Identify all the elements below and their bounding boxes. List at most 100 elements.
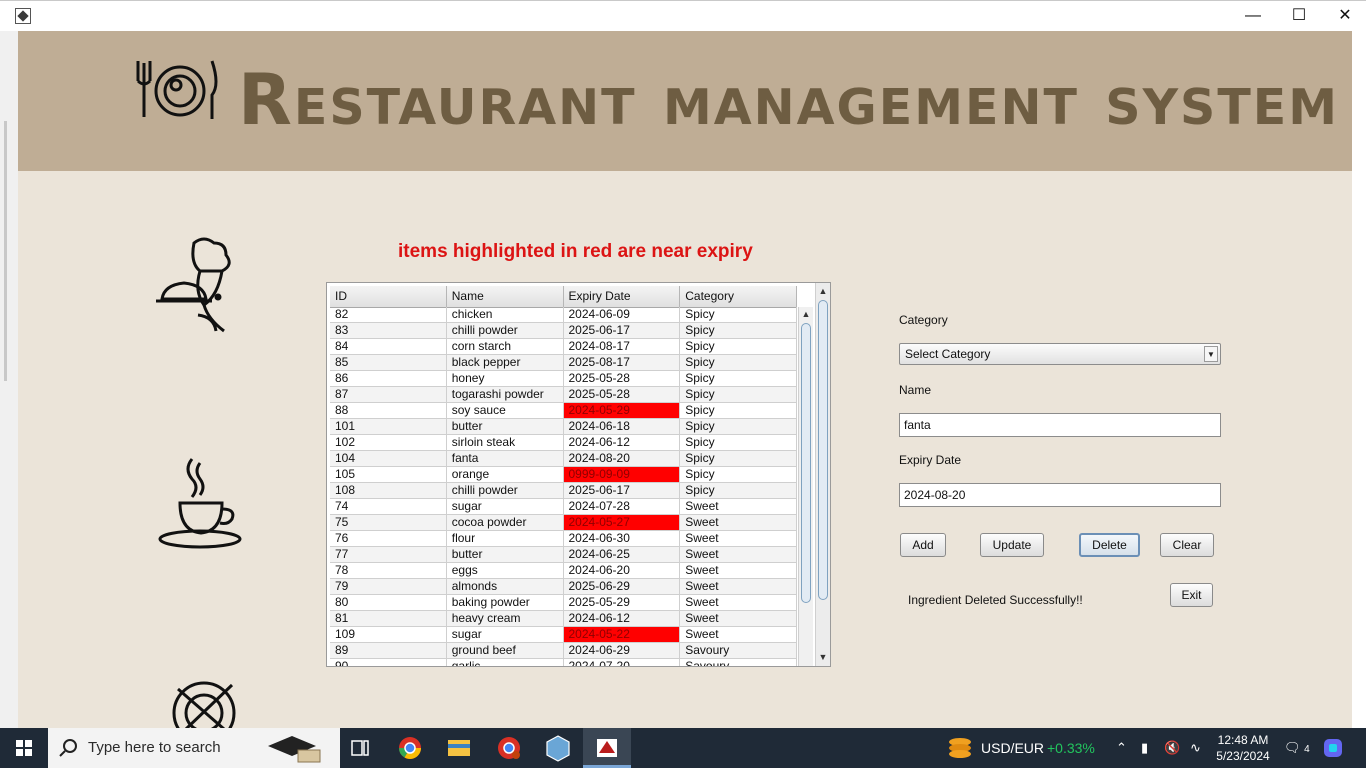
cell-category[interactable]: Sweet	[680, 547, 797, 562]
cell-category[interactable]: Sweet	[680, 611, 797, 626]
cell-category[interactable]: Spicy	[680, 371, 797, 386]
notifications-button[interactable]: 🗨 4	[1284, 728, 1310, 768]
table-row[interactable]: 75 cocoa powder 2024-05-27 Sweet	[330, 515, 797, 531]
cell-id[interactable]: 76	[330, 531, 447, 546]
table-row[interactable]: 84 corn starch 2024-08-17 Spicy	[330, 339, 797, 355]
cell-id[interactable]: 102	[330, 435, 447, 450]
cell-expiry-date[interactable]: 2024-06-12	[564, 435, 681, 450]
cell-id[interactable]: 83	[330, 323, 447, 338]
cell-name[interactable]: butter	[447, 547, 564, 562]
table-scrollbar[interactable]: ▲	[798, 307, 813, 666]
column-header-expiry-date[interactable]: Expiry Date	[564, 286, 681, 307]
table-row[interactable]: 89 ground beef 2024-06-29 Savoury	[330, 643, 797, 659]
cell-name[interactable]: garlic	[447, 659, 564, 666]
cell-id[interactable]: 78	[330, 563, 447, 578]
scroll-down-arrow-icon[interactable]: ▼	[816, 650, 830, 664]
table-row[interactable]: 101 butter 2024-06-18 Spicy	[330, 419, 797, 435]
file-explorer-button[interactable]	[435, 728, 483, 768]
cell-category[interactable]: Spicy	[680, 355, 797, 370]
cell-name[interactable]: chicken	[447, 307, 564, 322]
cell-id[interactable]: 75	[330, 515, 447, 530]
cell-expiry-date[interactable]: 2024-06-09	[564, 307, 681, 322]
cell-category[interactable]: Spicy	[680, 307, 797, 322]
column-header-category[interactable]: Category	[680, 286, 797, 307]
cell-id[interactable]: 82	[330, 307, 447, 322]
cell-expiry-date[interactable]: 2024-06-12	[564, 611, 681, 626]
cell-category[interactable]: Spicy	[680, 339, 797, 354]
cell-name[interactable]: orange	[447, 467, 564, 482]
cell-name[interactable]: sugar	[447, 499, 564, 514]
cell-name[interactable]: soy sauce	[447, 403, 564, 418]
cell-expiry-date[interactable]: 2025-06-17	[564, 323, 681, 338]
update-button[interactable]: Update	[980, 533, 1044, 557]
cell-name[interactable]: fanta	[447, 451, 564, 466]
clear-button[interactable]: Clear	[1160, 533, 1214, 557]
add-button[interactable]: Add	[900, 533, 946, 557]
cell-id[interactable]: 109	[330, 627, 447, 642]
cell-expiry-date[interactable]: 2025-08-17	[564, 355, 681, 370]
cell-name[interactable]: eggs	[447, 563, 564, 578]
cell-expiry-date[interactable]: 2024-05-29	[563, 403, 681, 418]
cell-name[interactable]: corn starch	[447, 339, 564, 354]
cell-id[interactable]: 104	[330, 451, 447, 466]
cell-id[interactable]: 84	[330, 339, 447, 354]
cell-name[interactable]: sirloin steak	[447, 435, 564, 450]
cell-name[interactable]: flour	[447, 531, 564, 546]
table-row[interactable]: 77 butter 2024-06-25 Sweet	[330, 547, 797, 563]
task-view-button[interactable]	[336, 728, 384, 768]
cell-name[interactable]: chilli powder	[447, 483, 564, 498]
cell-expiry-date[interactable]: 2025-06-29	[564, 579, 681, 594]
volume-muted-icon[interactable]: 🔇	[1164, 728, 1180, 768]
cell-id[interactable]: 74	[330, 499, 447, 514]
table-row[interactable]: 88 soy sauce 2024-05-29 Spicy	[330, 403, 797, 419]
cell-category[interactable]: Spicy	[680, 451, 797, 466]
system-clock[interactable]: 12:48 AM 5/23/2024	[1208, 732, 1278, 764]
cell-expiry-date[interactable]: 2024-06-25	[564, 547, 681, 562]
name-input[interactable]: fanta	[899, 413, 1221, 437]
cell-name[interactable]: chilli powder	[447, 323, 564, 338]
cell-expiry-date[interactable]: 2025-06-17	[564, 483, 681, 498]
table-row[interactable]: 86 honey 2025-05-28 Spicy	[330, 371, 797, 387]
cell-name[interactable]: ground beef	[447, 643, 564, 658]
table-row[interactable]: 102 sirloin steak 2024-06-12 Spicy	[330, 435, 797, 451]
table-row[interactable]: 81 heavy cream 2024-06-12 Sweet	[330, 611, 797, 627]
column-header-id[interactable]: ID	[330, 286, 447, 307]
cell-id[interactable]: 108	[330, 483, 447, 498]
cell-id[interactable]: 86	[330, 371, 447, 386]
table-row[interactable]: 80 baking powder 2025-05-29 Sweet	[330, 595, 797, 611]
table-row[interactable]: 90 garlic 2024-07-20 Savoury	[330, 659, 797, 666]
cell-name[interactable]: cocoa powder	[447, 515, 564, 530]
table-row[interactable]: 104 fanta 2024-08-20 Spicy	[330, 451, 797, 467]
cell-id[interactable]: 79	[330, 579, 447, 594]
cell-category[interactable]: Savoury	[680, 643, 797, 658]
chevron-up-icon[interactable]: ⌃	[1116, 728, 1127, 768]
taskbar-search[interactable]: Type here to search	[48, 728, 340, 768]
cell-id[interactable]: 90	[330, 659, 447, 666]
cell-expiry-date[interactable]: 2024-05-22	[563, 627, 681, 642]
cell-category[interactable]: Sweet	[680, 515, 797, 530]
table-row[interactable]: 82 chicken 2024-06-09 Spicy	[330, 307, 797, 323]
scroll-up-arrow-icon[interactable]: ▲	[799, 307, 813, 321]
cell-name[interactable]: baking powder	[447, 595, 564, 610]
exit-button[interactable]: Exit	[1170, 583, 1213, 607]
table-row[interactable]: 108 chilli powder 2025-06-17 Spicy	[330, 483, 797, 499]
cell-name[interactable]: butter	[447, 419, 564, 434]
cell-id[interactable]: 77	[330, 547, 447, 562]
dropdown-arrow-icon[interactable]: ▼	[1204, 346, 1218, 362]
cell-id[interactable]: 87	[330, 387, 447, 402]
cell-id[interactable]: 101	[330, 419, 447, 434]
cell-id[interactable]: 89	[330, 643, 447, 658]
cell-expiry-date[interactable]: 2025-05-29	[564, 595, 681, 610]
table-row[interactable]: 83 chilli powder 2025-06-17 Spicy	[330, 323, 797, 339]
cell-category[interactable]: Spicy	[680, 483, 797, 498]
chrome-button[interactable]	[386, 728, 434, 768]
cell-category[interactable]: Sweet	[680, 595, 797, 610]
close-button[interactable]: ✕	[1322, 1, 1366, 31]
virtualbox-button[interactable]	[534, 728, 582, 768]
cell-category[interactable]: Spicy	[680, 323, 797, 338]
cell-expiry-date[interactable]: 0999-09-09	[563, 467, 681, 482]
cell-expiry-date[interactable]: 2024-07-20	[564, 659, 681, 666]
cell-expiry-date[interactable]: 2024-06-29	[564, 643, 681, 658]
scrollbar-thumb[interactable]	[818, 300, 828, 600]
scrollbar-thumb[interactable]	[801, 323, 811, 603]
